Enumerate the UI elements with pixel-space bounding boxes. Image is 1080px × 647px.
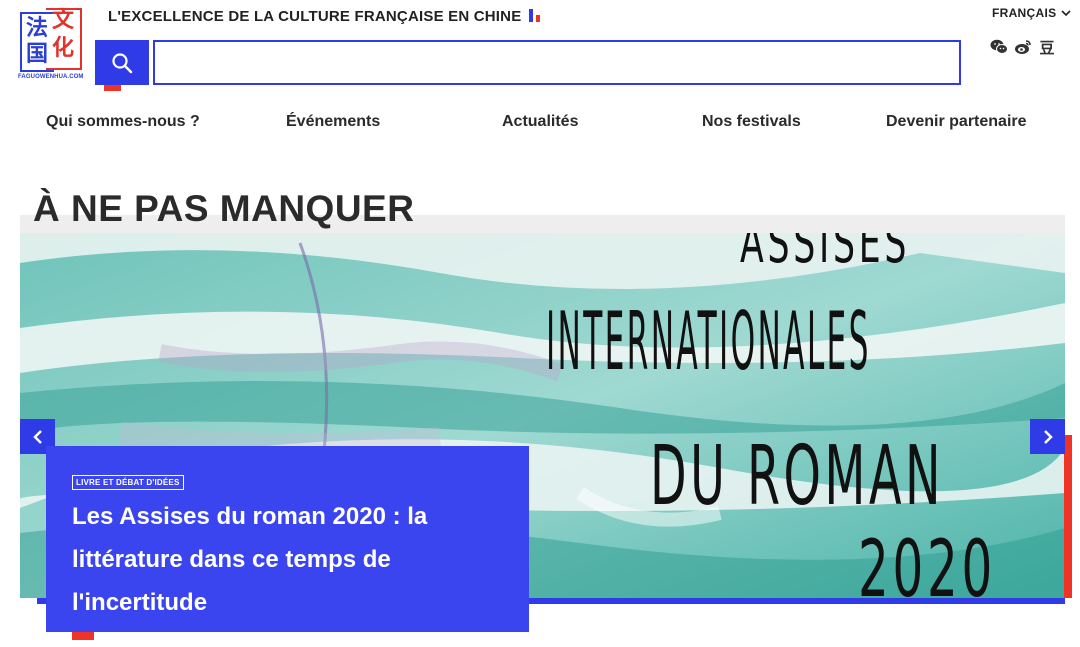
chevron-left-icon xyxy=(32,429,42,444)
chevron-right-icon xyxy=(1043,429,1053,444)
tagline-text: L'EXCELLENCE DE LA CULTURE FRANÇAISE EN … xyxy=(108,8,522,25)
logo-domain: FAGUOWENHUA.COM xyxy=(18,74,84,80)
douban-icon[interactable]: 豆 xyxy=(1038,38,1056,57)
search-button[interactable] xyxy=(95,40,149,85)
social-links: 豆 xyxy=(990,38,1056,57)
nav-item-devenir-partenaire[interactable]: Devenir partenaire xyxy=(886,113,1027,131)
category-badge[interactable]: LIVRE ET DÉBAT D'IDÉES xyxy=(72,475,184,490)
card-accent-red xyxy=(72,632,94,640)
nav-item-qui-sommes-nous[interactable]: Qui sommes-nous ? xyxy=(46,113,200,131)
logo-char: 化 xyxy=(52,36,75,61)
nav-item-evenements[interactable]: Événements xyxy=(286,113,380,131)
search-accent xyxy=(104,85,121,91)
logo-char: 文 xyxy=(52,8,75,33)
language-selector[interactable]: FRANÇAIS xyxy=(992,6,1071,20)
chevron-down-icon xyxy=(1061,9,1071,16)
hero-image-text: DU ROMAN xyxy=(650,429,945,524)
hero-image-text: INTERNATIONALES xyxy=(546,295,871,388)
hero-image-text: ASSISES xyxy=(740,233,911,276)
nav-item-nos-festivals[interactable]: Nos festivals xyxy=(702,113,801,131)
hero-image-text: 2020 xyxy=(858,525,996,598)
wechat-icon[interactable] xyxy=(990,38,1008,56)
featured-article-card[interactable]: LIVRE ET DÉBAT D'IDÉES Les Assises du ro… xyxy=(46,446,529,632)
french-flag-icon xyxy=(529,8,541,22)
section-title: À NE PAS MANQUER xyxy=(33,188,415,229)
slide-accent-red xyxy=(1064,435,1072,598)
site-logo[interactable]: 法 文 国 化 FAGUOWENHUA.COM xyxy=(18,6,84,86)
logo-char: 国 xyxy=(26,42,49,67)
search-input[interactable] xyxy=(153,40,961,85)
language-label: FRANÇAIS xyxy=(992,6,1057,20)
page: 法 文 国 化 FAGUOWENHUA.COM L'EXCELLENCE DE … xyxy=(0,0,1080,647)
main-nav: Qui sommes-nous ? Événements Actualités … xyxy=(0,113,1080,139)
logo-char: 法 xyxy=(26,16,49,41)
nav-item-actualites[interactable]: Actualités xyxy=(502,113,578,131)
search-icon xyxy=(112,52,133,73)
weibo-icon[interactable] xyxy=(1014,38,1032,56)
site-tagline: L'EXCELLENCE DE LA CULTURE FRANÇAISE EN … xyxy=(108,8,541,25)
article-title[interactable]: Les Assises du roman 2020 : la littératu… xyxy=(72,495,492,624)
carousel-next-button[interactable] xyxy=(1030,419,1065,454)
